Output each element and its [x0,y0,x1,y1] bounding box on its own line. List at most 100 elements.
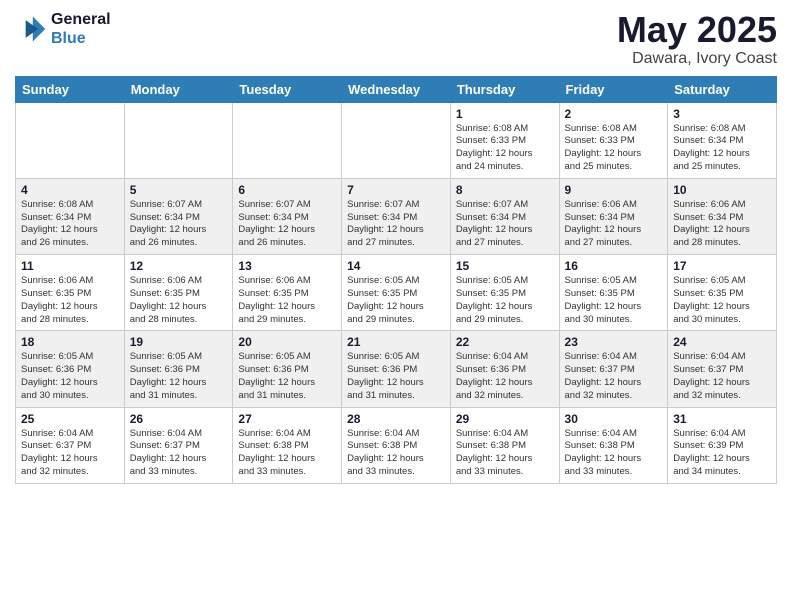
day-header-thursday: Thursday [450,76,559,102]
day-number: 29 [456,412,554,426]
day-info: Sunrise: 6:05 AMSunset: 6:36 PMDaylight:… [130,351,228,402]
day-header-monday: Monday [124,76,233,102]
day-info: Sunrise: 6:07 AMSunset: 6:34 PMDaylight:… [347,199,445,250]
day-number: 24 [673,335,771,349]
calendar-cell: 23 Sunrise: 6:04 AMSunset: 6:37 PMDayligh… [559,331,668,407]
day-header-tuesday: Tuesday [233,76,342,102]
day-header-friday: Friday [559,76,668,102]
day-info: Sunrise: 6:07 AMSunset: 6:34 PMDaylight:… [456,199,554,250]
day-number: 16 [565,259,663,273]
day-number: 22 [456,335,554,349]
day-info: Sunrise: 6:04 AMSunset: 6:38 PMDaylight:… [565,428,663,479]
calendar-cell: 19Sunrise: 6:05 AMSunset: 6:36 PMDayligh… [124,331,233,407]
day-number: 8 [456,183,554,197]
day-info: Sunrise: 6:08 AMSunset: 6:33 PMDaylight:… [565,123,663,174]
day-info: Sunrise: 6:04 AMSunset: 6:38 PMDaylight:… [238,428,336,479]
calendar-cell: 24 Sunrise: 6:04 AMSunset: 6:37 PMDayligh… [668,331,777,407]
calendar-cell: 29 Sunrise: 6:04 AMSunset: 6:38 PMDayligh… [450,407,559,483]
calendar-cell: 8 Sunrise: 6:07 AMSunset: 6:34 PMDaylight… [450,178,559,254]
day-number: 23 [565,335,663,349]
day-info: Sunrise: 6:06 AMSunset: 6:35 PMDaylight:… [238,275,336,326]
calendar-cell [16,102,125,178]
day-info: Sunrise: 6:06 AMSunset: 6:34 PMDaylight:… [673,199,771,250]
calendar-cell: 18Sunrise: 6:05 AMSunset: 6:36 PMDayligh… [16,331,125,407]
page: General Blue May 2025 Dawara, Ivory Coas… [0,0,792,499]
calendar-cell: 26Sunrise: 6:04 AMSunset: 6:37 PMDayligh… [124,407,233,483]
day-number: 14 [347,259,445,273]
calendar-cell: 3 Sunrise: 6:08 AMSunset: 6:34 PMDaylight… [668,102,777,178]
calendar-cell: 20 Sunrise: 6:05 AMSunset: 6:36 PMDayligh… [233,331,342,407]
calendar-cell: 27 Sunrise: 6:04 AMSunset: 6:38 PMDayligh… [233,407,342,483]
day-info: Sunrise: 6:08 AMSunset: 6:33 PMDaylight:… [456,123,554,174]
day-number: 7 [347,183,445,197]
calendar-cell: 1 Sunrise: 6:08 AMSunset: 6:33 PMDaylight… [450,102,559,178]
calendar-cell: 13 Sunrise: 6:06 AMSunset: 6:35 PMDayligh… [233,255,342,331]
calendar-cell: 2 Sunrise: 6:08 AMSunset: 6:33 PMDaylight… [559,102,668,178]
calendar-cell: 7 Sunrise: 6:07 AMSunset: 6:34 PMDaylight… [342,178,451,254]
day-info: Sunrise: 6:05 AMSunset: 6:36 PMDaylight:… [347,351,445,402]
location: Dawara, Ivory Coast [617,50,777,68]
day-info: Sunrise: 6:04 AMSunset: 6:36 PMDaylight:… [456,351,554,402]
day-info: Sunrise: 6:06 AMSunset: 6:35 PMDaylight:… [21,275,119,326]
calendar-cell: 9Sunrise: 6:06 AMSunset: 6:34 PMDaylight… [559,178,668,254]
calendar-cell: 12Sunrise: 6:06 AMSunset: 6:35 PMDayligh… [124,255,233,331]
day-number: 25 [21,412,119,426]
logo-icon [15,13,47,45]
calendar-cell: 5 Sunrise: 6:07 AMSunset: 6:34 PMDaylight… [124,178,233,254]
calendar-cell [124,102,233,178]
day-number: 9 [565,183,663,197]
day-info: Sunrise: 6:05 AMSunset: 6:35 PMDaylight:… [456,275,554,326]
title-block: May 2025 Dawara, Ivory Coast [617,10,777,68]
day-info: Sunrise: 6:04 AMSunset: 6:38 PMDaylight:… [347,428,445,479]
calendar-cell [342,102,451,178]
calendar-cell: 15 Sunrise: 6:05 AMSunset: 6:35 PMDayligh… [450,255,559,331]
day-number: 4 [21,183,119,197]
day-info: Sunrise: 6:04 AMSunset: 6:37 PMDaylight:… [21,428,119,479]
day-info: Sunrise: 6:07 AMSunset: 6:34 PMDaylight:… [238,199,336,250]
calendar-cell: 11 Sunrise: 6:06 AMSunset: 6:35 PMDayligh… [16,255,125,331]
day-info: Sunrise: 6:05 AMSunset: 6:35 PMDaylight:… [673,275,771,326]
day-info: Sunrise: 6:04 AMSunset: 6:37 PMDaylight:… [565,351,663,402]
day-number: 6 [238,183,336,197]
day-number: 21 [347,335,445,349]
calendar-cell: 6 Sunrise: 6:07 AMSunset: 6:34 PMDaylight… [233,178,342,254]
calendar-cell: 21 Sunrise: 6:05 AMSunset: 6:36 PMDayligh… [342,331,451,407]
day-info: Sunrise: 6:05 AMSunset: 6:35 PMDaylight:… [565,275,663,326]
calendar-cell: 28 Sunrise: 6:04 AMSunset: 6:38 PMDayligh… [342,407,451,483]
calendar-cell: 16 Sunrise: 6:05 AMSunset: 6:35 PMDayligh… [559,255,668,331]
day-number: 2 [565,107,663,121]
calendar-cell: 25 Sunrise: 6:04 AMSunset: 6:37 PMDayligh… [16,407,125,483]
calendar-cell: 30Sunrise: 6:04 AMSunset: 6:38 PMDayligh… [559,407,668,483]
logo: General Blue [15,10,111,48]
day-number: 27 [238,412,336,426]
calendar-cell [233,102,342,178]
day-info: Sunrise: 6:08 AMSunset: 6:34 PMDaylight:… [21,199,119,250]
day-info: Sunrise: 6:06 AMSunset: 6:35 PMDaylight:… [130,275,228,326]
day-header-saturday: Saturday [668,76,777,102]
day-number: 26 [130,412,228,426]
day-header-sunday: Sunday [16,76,125,102]
day-info: Sunrise: 6:05 AMSunset: 6:36 PMDaylight:… [238,351,336,402]
day-number: 10 [673,183,771,197]
day-number: 28 [347,412,445,426]
day-info: Sunrise: 6:07 AMSunset: 6:34 PMDaylight:… [130,199,228,250]
day-number: 17 [673,259,771,273]
day-info: Sunrise: 6:05 AMSunset: 6:35 PMDaylight:… [347,275,445,326]
day-number: 11 [21,259,119,273]
calendar-table: SundayMondayTuesdayWednesdayThursdayFrid… [15,76,777,484]
day-info: Sunrise: 6:04 AMSunset: 6:38 PMDaylight:… [456,428,554,479]
day-number: 20 [238,335,336,349]
logo-text: General Blue [51,10,111,48]
day-number: 13 [238,259,336,273]
header: General Blue May 2025 Dawara, Ivory Coas… [15,10,777,68]
day-number: 5 [130,183,228,197]
day-number: 15 [456,259,554,273]
day-info: Sunrise: 6:04 AMSunset: 6:37 PMDaylight:… [673,351,771,402]
day-number: 3 [673,107,771,121]
day-info: Sunrise: 6:04 AMSunset: 6:39 PMDaylight:… [673,428,771,479]
calendar-cell: 4 Sunrise: 6:08 AMSunset: 6:34 PMDaylight… [16,178,125,254]
day-info: Sunrise: 6:08 AMSunset: 6:34 PMDaylight:… [673,123,771,174]
day-number: 1 [456,107,554,121]
calendar-cell: 22 Sunrise: 6:04 AMSunset: 6:36 PMDayligh… [450,331,559,407]
day-info: Sunrise: 6:05 AMSunset: 6:36 PMDaylight:… [21,351,119,402]
